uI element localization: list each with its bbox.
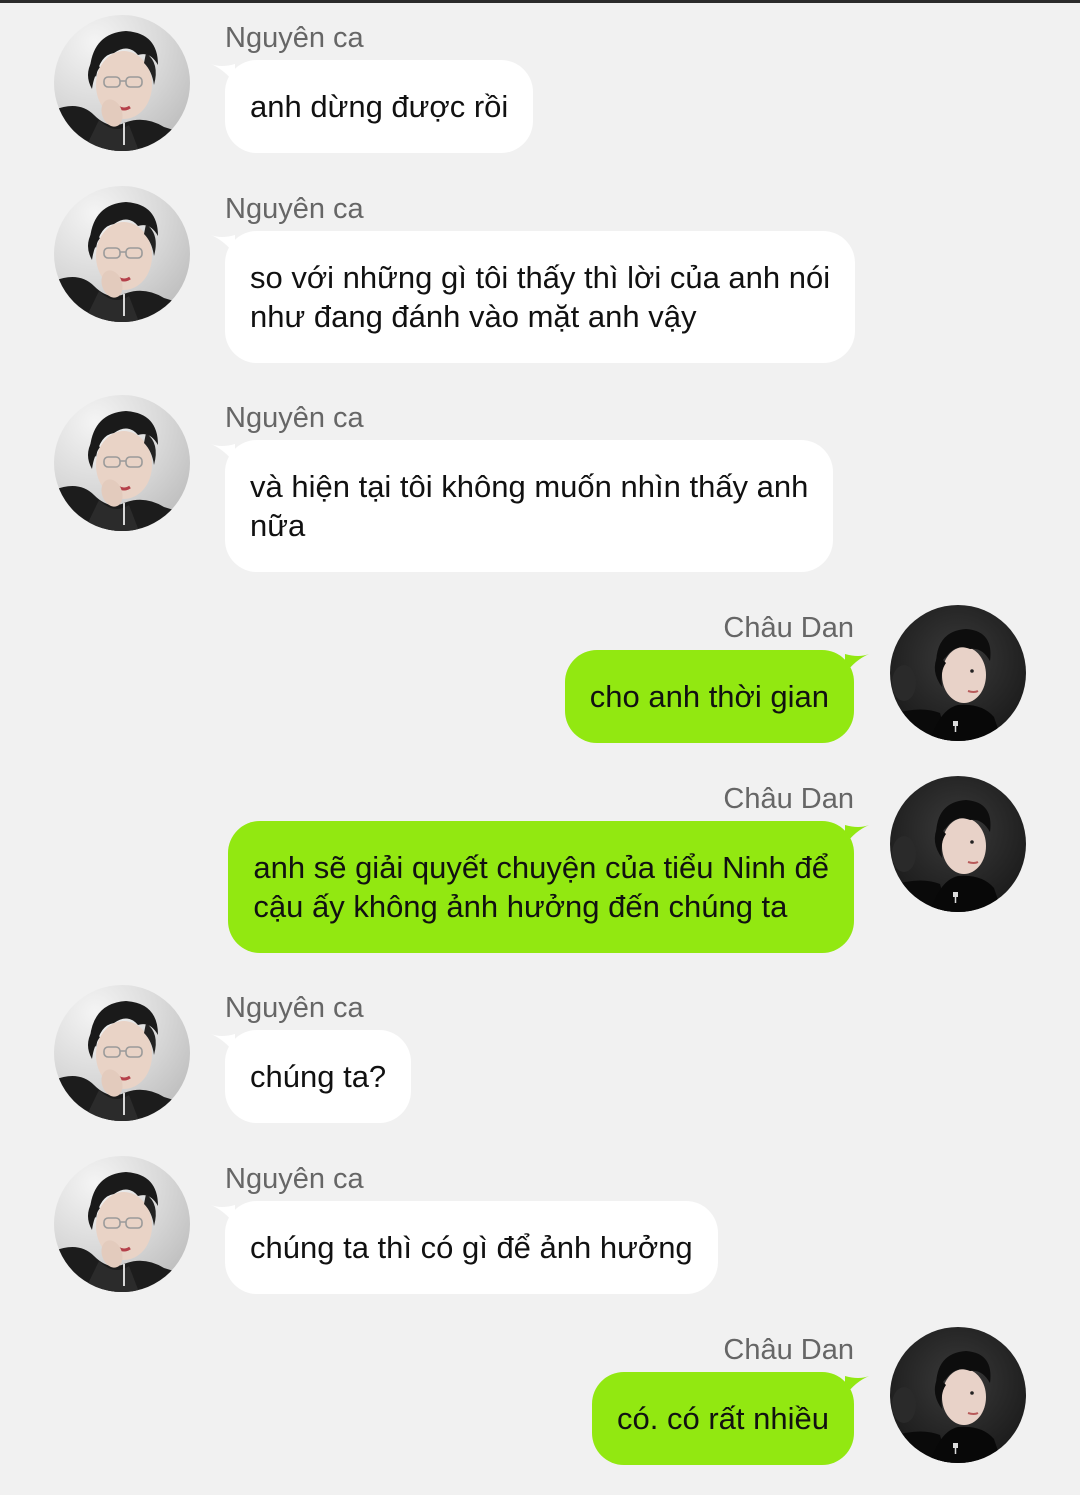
message-bubble[interactable]: chúng ta thì có gì để ảnh hưởng	[225, 1201, 718, 1294]
sender-name: Châu Dan	[723, 783, 854, 815]
message-bubble[interactable]: chúng ta?	[225, 1030, 412, 1123]
message-text-line: so với những gì tôi thấy thì lời của anh…	[250, 260, 831, 295]
message-text-line: cho anh thời gian	[589, 679, 829, 714]
message-text-line: anh dừng được rồi	[250, 89, 509, 124]
contact-avatar[interactable]	[54, 186, 190, 322]
message-bubble[interactable]: anh sẽ giải quyết chuyện của tiểu Ninh đ…	[228, 821, 854, 953]
message-text-line: như đang đánh vào mặt anh vậy	[250, 299, 697, 334]
message-text-line: chúng ta thì có gì để ảnh hưởng	[250, 1230, 693, 1265]
message-text-line: nữa	[250, 508, 306, 543]
contact-avatar[interactable]	[54, 985, 190, 1121]
message-text-line: cậu ấy không ảnh hưởng đến chúng ta	[253, 889, 788, 924]
message-bubble[interactable]: và hiện tại tôi không muốn nhìn thấy anh…	[225, 440, 834, 572]
sender-name: Nguyên ca	[225, 193, 364, 225]
message-text-line: và hiện tại tôi không muốn nhìn thấy anh	[250, 469, 809, 504]
contact-avatar[interactable]	[54, 395, 190, 531]
message-bubble[interactable]: cho anh thời gian	[564, 650, 854, 743]
sender-name: Nguyên ca	[225, 1163, 364, 1195]
sender-name: Nguyên ca	[225, 402, 364, 434]
contact-avatar[interactable]	[54, 1156, 190, 1292]
sender-name: Nguyên ca	[225, 992, 364, 1024]
self-avatar[interactable]	[890, 1327, 1026, 1463]
sender-name: Châu Dan	[723, 612, 854, 644]
sender-name: Châu Dan	[723, 1334, 854, 1366]
message-text-line: anh sẽ giải quyết chuyện của tiểu Ninh đ…	[253, 850, 829, 885]
message-bubble[interactable]: anh dừng được rồi	[225, 60, 534, 153]
sender-name: Nguyên ca	[225, 22, 364, 54]
message-bubble[interactable]: có. có rất nhiều	[592, 1372, 854, 1465]
message-text-line: chúng ta?	[250, 1059, 387, 1094]
contact-avatar[interactable]	[54, 15, 190, 151]
self-avatar[interactable]	[890, 605, 1026, 741]
message-text-line: có. có rất nhiều	[617, 1401, 829, 1436]
self-avatar[interactable]	[890, 776, 1026, 912]
message-bubble[interactable]: so với những gì tôi thấy thì lời của anh…	[225, 231, 856, 363]
chat-thread[interactable]: Nguyên ca anh dừng được rồi Nguyên ca so vớ…	[0, 0, 1080, 1495]
